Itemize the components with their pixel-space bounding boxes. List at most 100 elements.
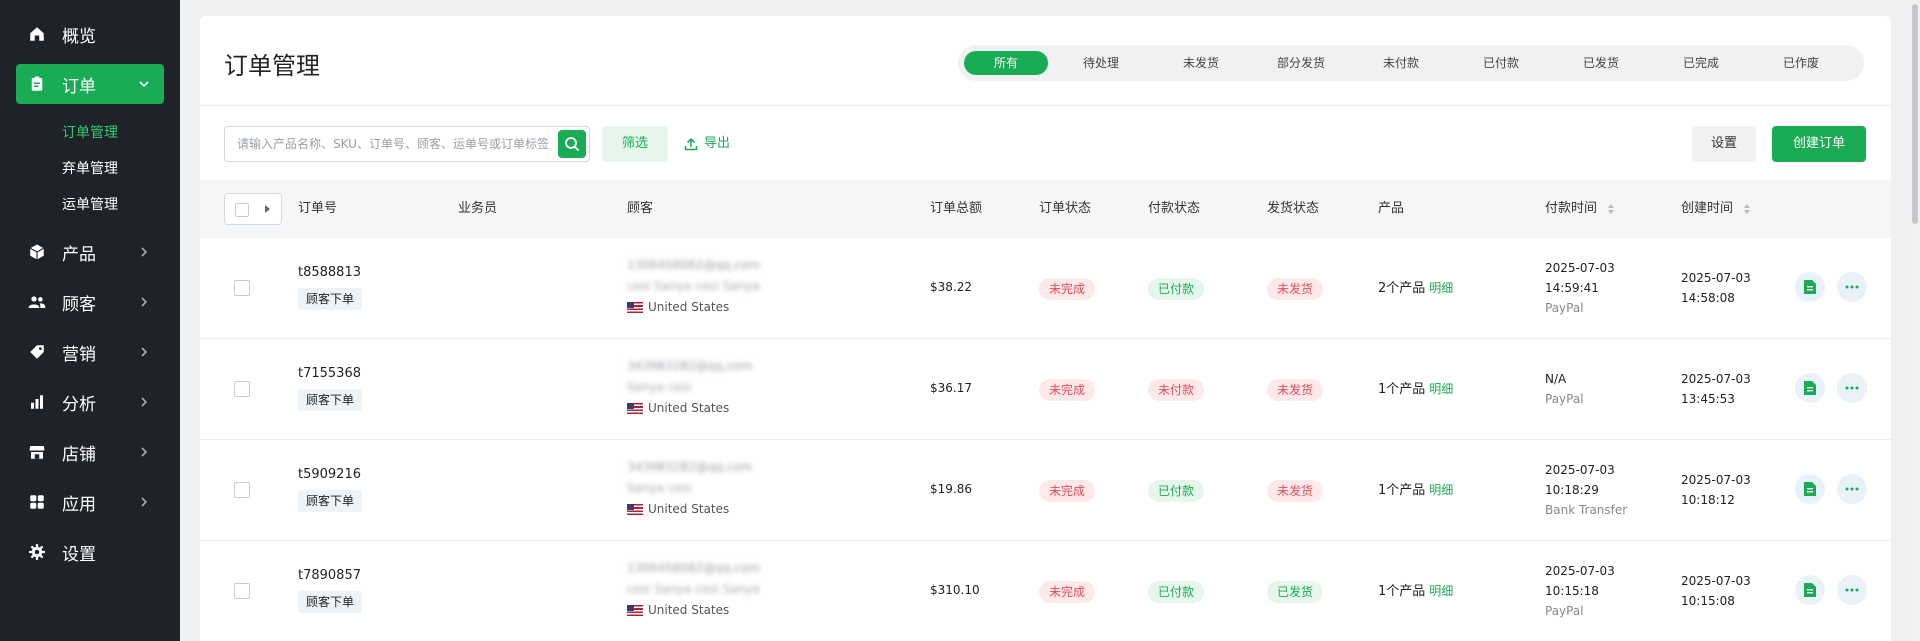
created-date: 2025-07-03 (1681, 473, 1751, 487)
product-summary: 2个产品 明细 (1378, 277, 1453, 296)
home-icon (26, 23, 48, 45)
shipping-status-badge: 未发货 (1267, 278, 1324, 300)
column-shipping-status: 发货状态 (1267, 201, 1320, 216)
more-actions-button[interactable] (1837, 373, 1867, 403)
sidebar-item-apps[interactable]: 应用 (16, 482, 164, 522)
sidebar: 概览 订单 订单管理 弃单管理 运单管理 产品 顾客 营销 分析 店铺 应用 设… (0, 0, 180, 641)
created-at: 2025-07-03 10:15:08 (1681, 571, 1751, 611)
payment-method: PayPal (1545, 301, 1584, 315)
box-icon (26, 241, 48, 263)
more-actions-button[interactable] (1837, 575, 1867, 605)
chevron-right-icon (141, 447, 148, 457)
sidebar-item-customers[interactable]: 顾客 (16, 282, 164, 322)
sidebar-item-store[interactable]: 店铺 (16, 432, 164, 472)
order-id-link[interactable]: t5909216 (298, 467, 361, 482)
tab-all[interactable]: 所有 (964, 51, 1048, 75)
view-order-button[interactable] (1795, 575, 1825, 605)
search-button[interactable] (558, 130, 586, 158)
sidebar-item-settings[interactable]: 设置 (16, 532, 164, 572)
customer-name: Sanya cesi (627, 380, 692, 394)
sidebar-item-products[interactable]: 产品 (16, 232, 164, 272)
more-actions-button[interactable] (1837, 272, 1867, 302)
export-button[interactable]: 导出 (684, 126, 730, 162)
tab-shipped[interactable]: 已发货 (1554, 51, 1648, 75)
created-at: 2025-07-03 13:45:53 (1681, 369, 1751, 409)
order-total: $310.10 (930, 583, 980, 597)
select-all-dropdown[interactable] (224, 193, 282, 225)
more-icon (1845, 487, 1859, 491)
created-time: 13:45:53 (1681, 392, 1735, 406)
page-scrollbar[interactable] (1910, 0, 1920, 641)
column-paid-at[interactable]: 付款时间 (1545, 180, 1615, 238)
sidebar-item-label: 营销 (62, 344, 96, 365)
sidebar-item-overview[interactable]: 概览 (16, 14, 164, 54)
more-actions-button[interactable] (1837, 474, 1867, 504)
column-customer: 顾客 (627, 201, 654, 216)
sidebar-item-label: 订单 (62, 76, 96, 97)
customer-name: cesi Sanya cesi Sanya (627, 582, 760, 596)
table-row[interactable]: t7155368 顾客下单 343983282@qq.com Sanya ces… (200, 339, 1891, 440)
row-checkbox[interactable] (234, 280, 250, 296)
sidebar-item-label: 概览 (62, 26, 96, 47)
payment-method: Bank Transfer (1545, 503, 1628, 517)
customer-country: United States (627, 401, 729, 415)
tab-unshipped[interactable]: 未发货 (1154, 51, 1248, 75)
customer-country: United States (627, 300, 729, 314)
view-order-button[interactable] (1795, 474, 1825, 504)
paid-date: 2025-07-03 (1545, 564, 1615, 578)
select-all-checkbox[interactable] (235, 203, 249, 217)
tab-paid[interactable]: 已付款 (1454, 51, 1548, 75)
customer-email[interactable]: 343983282@qq.com (627, 460, 752, 474)
view-order-button[interactable] (1795, 373, 1825, 403)
view-order-button[interactable] (1795, 272, 1825, 302)
customer-email[interactable]: 343983282@qq.com (627, 359, 752, 373)
table-row[interactable]: t8588813 顾客下单 1306458082@qq.com cesi San… (200, 238, 1891, 339)
sidebar-item-orders[interactable]: 订单 (16, 64, 164, 104)
create-order-button[interactable]: 创建订单 (1772, 126, 1866, 162)
header-divider (200, 105, 1891, 106)
product-count: 1个产品 (1378, 483, 1426, 498)
filter-button[interactable]: 筛选 (602, 126, 668, 162)
gear-icon (26, 541, 48, 563)
scrollbar-thumb[interactable] (1912, 4, 1918, 224)
product-detail-link[interactable]: 明细 (1429, 584, 1453, 598)
column-created-at[interactable]: 创建时间 (1681, 180, 1751, 238)
chevron-right-icon (141, 397, 148, 407)
chevron-down-icon (139, 81, 149, 88)
payment-status-badge: 已付款 (1148, 581, 1205, 603)
shipping-status-badge: 未发货 (1267, 480, 1324, 502)
product-summary: 1个产品 明细 (1378, 580, 1453, 599)
paid-at: 2025-07-03 10:15:18 PayPal (1545, 561, 1615, 621)
row-checkbox[interactable] (234, 583, 250, 599)
product-detail-link[interactable]: 明细 (1429, 382, 1453, 396)
order-id-link[interactable]: t7155368 (298, 366, 361, 381)
row-checkbox[interactable] (234, 482, 250, 498)
tab-completed[interactable]: 已完成 (1654, 51, 1748, 75)
sidebar-subitem-abandoned-orders[interactable]: 弃单管理 (62, 158, 118, 178)
sidebar-item-label: 分析 (62, 394, 96, 415)
store-icon (26, 441, 48, 463)
row-checkbox[interactable] (234, 381, 250, 397)
source-tag: 顾客下单 (298, 288, 363, 310)
sort-icon (1608, 203, 1615, 214)
customer-email[interactable]: 1306458082@qq.com (627, 258, 760, 272)
settings-button[interactable]: 设置 (1692, 126, 1756, 162)
us-flag-icon (627, 503, 643, 515)
search-input[interactable] (225, 127, 551, 161)
sidebar-subitem-order-management[interactable]: 订单管理 (62, 122, 118, 142)
customer-email[interactable]: 1306458082@qq.com (627, 561, 760, 575)
tab-partially-shipped[interactable]: 部分发货 (1254, 51, 1348, 75)
tab-voided[interactable]: 已作废 (1754, 51, 1848, 75)
sidebar-item-marketing[interactable]: 营销 (16, 332, 164, 372)
sidebar-item-analytics[interactable]: 分析 (16, 382, 164, 422)
table-row[interactable]: t7890857 顾客下单 1306458082@qq.com cesi San… (200, 541, 1891, 641)
order-id-link[interactable]: t7890857 (298, 568, 361, 583)
product-detail-link[interactable]: 明细 (1429, 281, 1453, 295)
order-status-badge: 未完成 (1039, 480, 1096, 502)
table-row[interactable]: t5909216 顾客下单 343983282@qq.com Sanya ces… (200, 440, 1891, 541)
sidebar-subitem-shipments[interactable]: 运单管理 (62, 194, 118, 214)
tab-unpaid[interactable]: 未付款 (1354, 51, 1448, 75)
product-detail-link[interactable]: 明细 (1429, 483, 1453, 497)
order-id-link[interactable]: t8588813 (298, 265, 361, 280)
tab-pending[interactable]: 待处理 (1054, 51, 1148, 75)
